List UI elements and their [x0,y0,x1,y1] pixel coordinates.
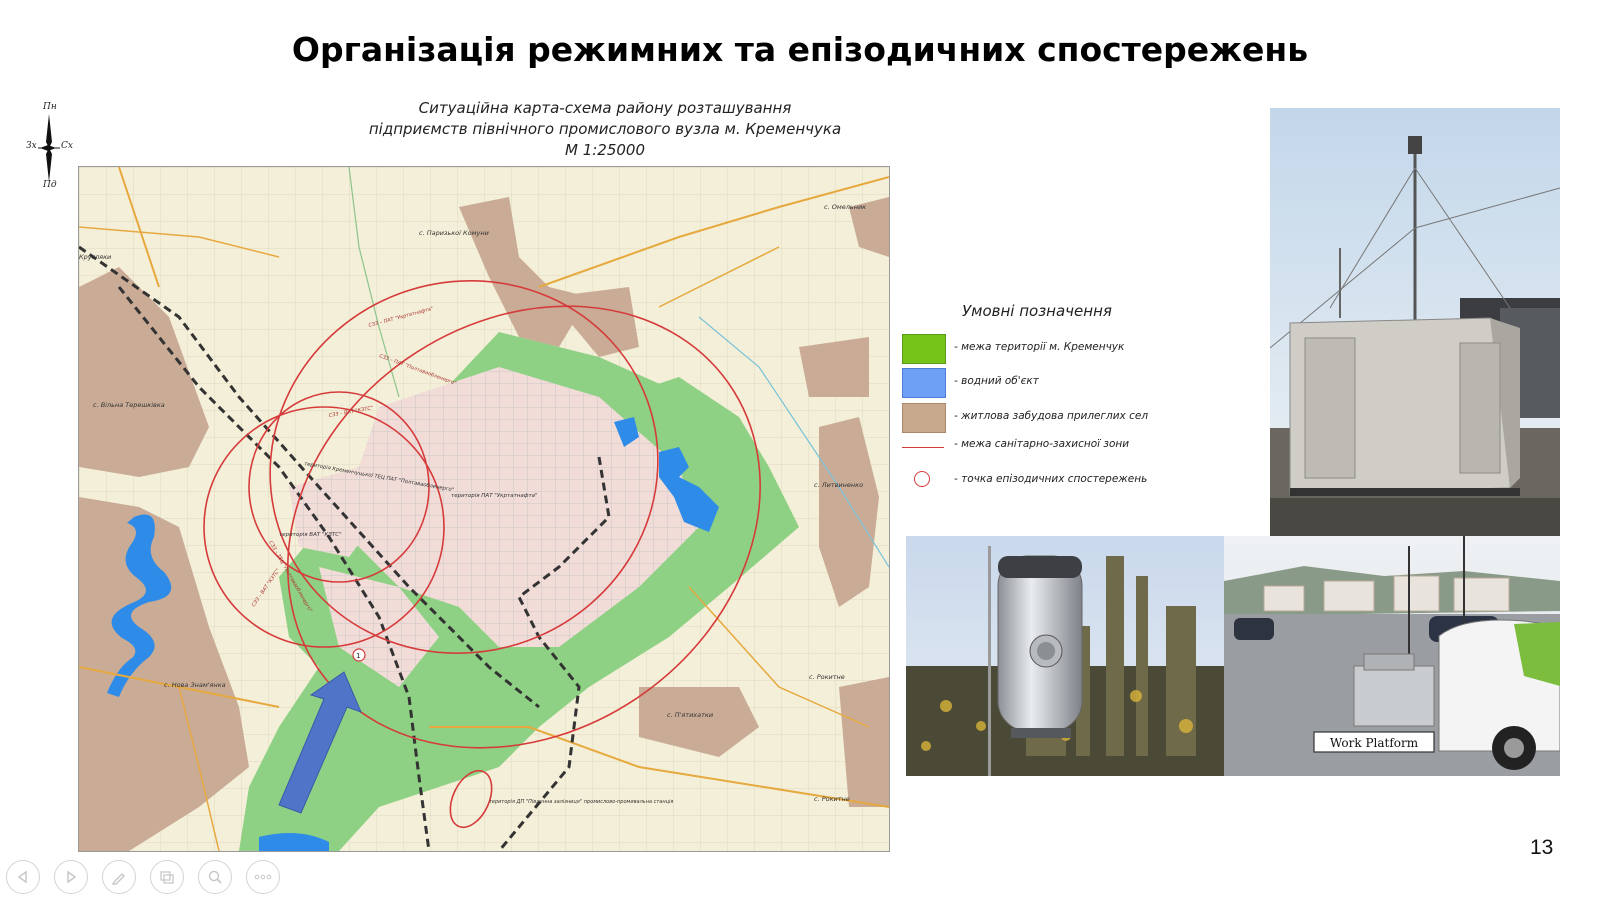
map-caption-line1: Ситуаційна карта-схема району розташуван… [418,99,792,117]
situation-map: 1 с. Омельник с. Паризької Комуни с. Віл… [78,166,890,852]
legend-item-residential: - житлова забудова прилеглих сел [902,403,1252,435]
legend-item-city-boundary: - межа території м. Кременчук [902,334,1252,366]
map-scale: М 1:25000 [564,141,646,159]
compass-north: Пн [43,102,57,112]
label-kzts: територія ВАТ "КЗТС" [279,532,342,538]
compass-west: Зх [26,141,37,151]
legend-label: - межа території м. Кременчук [954,341,1125,353]
work-platform-label: Work Platform [1330,736,1419,750]
label-rokytne-1: с. Рокитне [809,673,845,681]
legend-swatch-circle [914,471,930,487]
label-lyvdynenko: с. Литвиненко [814,481,863,489]
photo-sensor-refinery [906,536,1224,776]
presentation-toolbar [6,860,296,896]
next-icon[interactable] [54,860,88,894]
legend-swatch-line [902,447,944,448]
label-rokytne-2: с. Рокитне [814,795,850,803]
legend-item-sanitary-zone: - межа санітарно-захисної зони [902,436,1252,468]
legend-label: - водний об'єкт [954,375,1039,387]
more-icon[interactable] [246,860,280,894]
compass-east: Сх [61,141,73,151]
label-piatykhatky: с. П'ятихатки [667,711,713,719]
legend-label: - точка епізодичних спостережень [954,473,1148,485]
map-legend: Умовні позначення - межа території м. Кр… [902,300,1252,510]
label-vilna-tereshkivka: с. Вільна Терешківка [93,401,165,409]
label-nova-znamianka: с. Нова Знам'янка [164,681,226,689]
legend-label: - межа санітарно-захисної зони [954,438,1130,450]
zoom-icon[interactable] [198,860,232,894]
legend-swatch-green [902,334,946,364]
photo-monitoring-station [1270,108,1560,536]
legend-label: - житлова забудова прилеглих сел [954,410,1149,422]
legend-title: Умовні позначення [962,302,1112,320]
slide-title: Організація режимних та епізодичних спос… [291,30,1309,69]
label-omelnyk: с. Омельник [824,203,866,211]
label-station: територія ДП "Південна залізниця" промис… [489,799,673,805]
legend-item-observation-point: - точка епізодичних спостережень [902,470,1252,502]
compass-rose: Пн Пд Зх Сх [26,102,73,194]
legend-swatch-brown [902,403,946,433]
compass-south: Пд [43,180,57,190]
label-ukrtatnafta: територія ПАТ "Укртатнафта" [451,493,538,499]
slides-icon[interactable] [150,860,184,894]
photo-work-platform: Work Platform [1224,536,1560,776]
observation-point-number: 1 [356,652,360,660]
page-number: 13 [1530,836,1554,859]
observation-point: 1 [352,648,366,662]
map-caption: Ситуаційна карта-схема району розташуван… [360,98,850,161]
map-caption-line2: підприємств північного промислового вузл… [368,120,842,138]
label-kruhlyaky: Кругляки [79,253,111,261]
previous-icon[interactable] [6,860,40,894]
label-paryzkoi-komuny: с. Паризької Комуни [419,229,489,237]
legend-item-water: - водний об'єкт [902,368,1252,400]
pen-icon[interactable] [102,860,136,894]
legend-swatch-blue [902,368,946,398]
